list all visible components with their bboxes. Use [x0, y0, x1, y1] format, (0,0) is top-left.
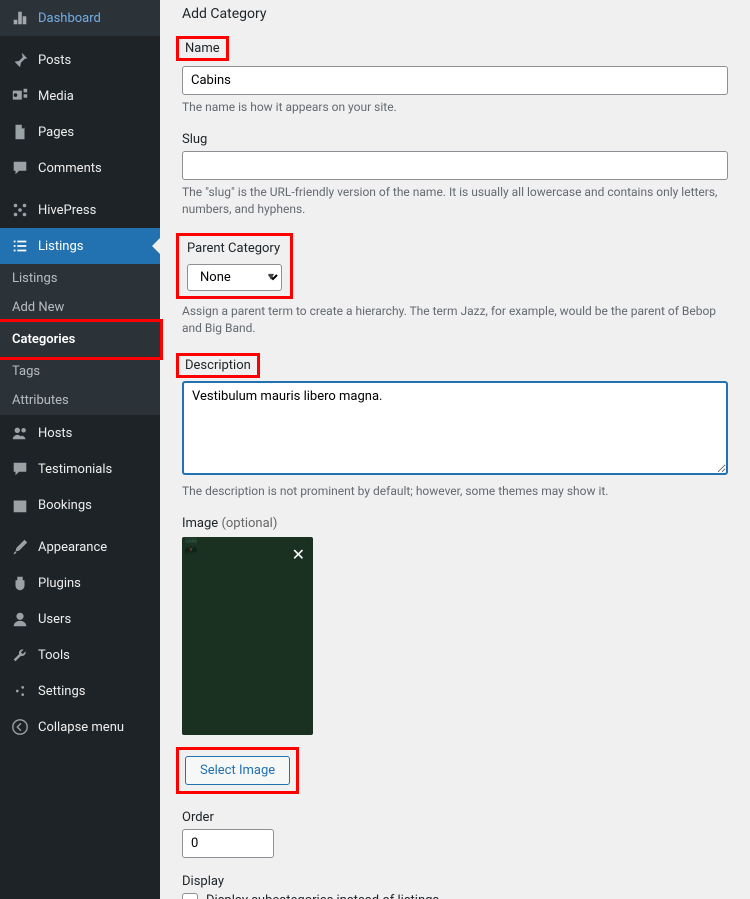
sidebar-item-appearance[interactable]: Appearance: [0, 529, 160, 565]
sidebar-item-bookings[interactable]: Bookings: [0, 487, 160, 523]
sidebar-item-settings[interactable]: Settings: [0, 673, 160, 709]
order-label: Order: [182, 810, 728, 825]
testimonial-icon: [10, 459, 30, 479]
sidebar-sub-listings[interactable]: Listings: [0, 264, 160, 293]
sidebar-item-dashboard[interactable]: Dashboard: [0, 0, 160, 36]
sidebar-item-listings[interactable]: Listings: [0, 228, 160, 264]
sidebar-item-testimonials[interactable]: Testimonials: [0, 451, 160, 487]
slug-input[interactable]: [182, 151, 728, 180]
select-image-button[interactable]: Select Image: [185, 756, 290, 785]
slug-help: The "slug" is the URL-friendly version o…: [182, 184, 728, 218]
plugin-icon: [10, 573, 30, 593]
settings-icon: [10, 681, 30, 701]
collapse-icon: [10, 717, 30, 737]
dashboard-icon: [10, 8, 30, 28]
parent-label: Parent Category: [187, 241, 282, 256]
sidebar-item-users[interactable]: Users: [0, 601, 160, 637]
page-icon: [10, 122, 30, 142]
desc-label: Description: [185, 358, 251, 373]
remove-image-icon[interactable]: ✕: [292, 545, 305, 564]
main-content: Add Category Name The name is how it app…: [160, 0, 750, 899]
display-label: Display: [182, 874, 728, 889]
sidebar-item-posts[interactable]: Posts: [0, 42, 160, 78]
sidebar-sub-add-new[interactable]: Add New: [0, 293, 160, 322]
parent-help: Assign a parent term to create a hierarc…: [182, 303, 728, 337]
sidebar-item-pages[interactable]: Pages: [0, 114, 160, 150]
sidebar-item-tools[interactable]: Tools: [0, 637, 160, 673]
admin-sidebar: Dashboard Posts Media Pages Comments Hiv…: [0, 0, 160, 899]
sidebar-item-comments[interactable]: Comments: [0, 150, 160, 186]
display-checkbox-label: Display subcategories instead of listing…: [206, 893, 439, 899]
users-icon: [10, 423, 30, 443]
desc-textarea[interactable]: Vestibulum mauris libero magna.: [182, 381, 728, 475]
desc-help: The description is not prominent by defa…: [182, 483, 728, 500]
parent-select[interactable]: None: [187, 264, 282, 291]
sidebar-sub-attributes[interactable]: Attributes: [0, 386, 160, 415]
sidebar-item-hivepress[interactable]: HivePress: [0, 192, 160, 228]
name-input[interactable]: [182, 66, 728, 95]
sidebar-sub-categories[interactable]: Categories: [0, 325, 160, 354]
sidebar-sub-tags[interactable]: Tags: [0, 357, 160, 386]
comment-icon: [10, 158, 30, 178]
sidebar-submenu-listings: Listings Add New Categories Tags Attribu…: [0, 264, 160, 415]
slug-label: Slug: [182, 132, 728, 147]
name-help: The name is how it appears on your site.: [182, 99, 728, 116]
hive-icon: [10, 200, 30, 220]
image-preview: ✕: [182, 537, 313, 735]
brush-icon: [10, 537, 30, 557]
name-label: Name: [185, 41, 220, 56]
page-title: Add Category: [182, 6, 728, 22]
order-input[interactable]: [182, 829, 274, 858]
image-label: Image (optional): [182, 516, 728, 531]
wrench-icon: [10, 645, 30, 665]
sidebar-collapse[interactable]: Collapse menu: [0, 709, 160, 745]
media-icon: [10, 86, 30, 106]
sidebar-item-hosts[interactable]: Hosts: [0, 415, 160, 451]
sidebar-item-media[interactable]: Media: [0, 78, 160, 114]
list-icon: [10, 236, 30, 256]
display-checkbox[interactable]: [182, 893, 198, 899]
calendar-icon: [10, 495, 30, 515]
pin-icon: [10, 50, 30, 70]
sidebar-item-plugins[interactable]: Plugins: [0, 565, 160, 601]
user-icon: [10, 609, 30, 629]
